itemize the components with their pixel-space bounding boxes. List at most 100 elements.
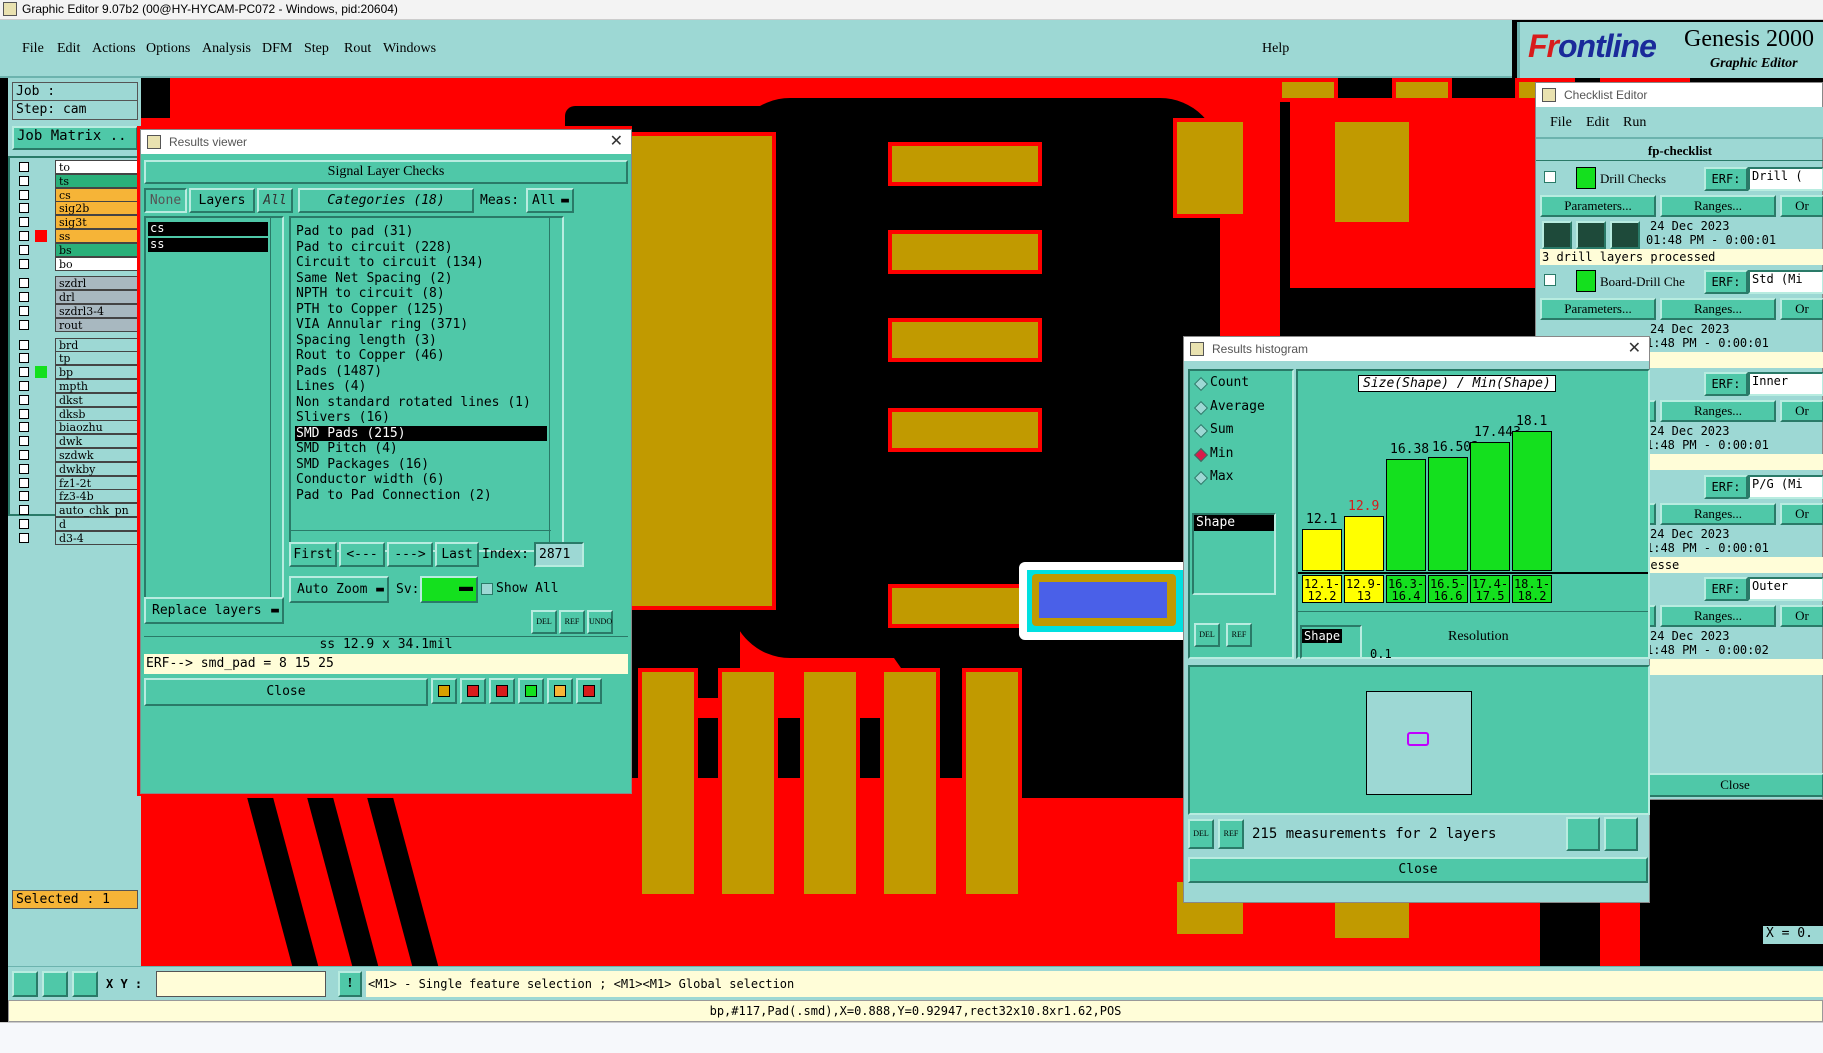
layer-name[interactable]: sig2b bbox=[55, 201, 140, 216]
layer-row[interactable]: sig3t bbox=[15, 215, 141, 230]
severity-dropdown[interactable]: ▬ bbox=[420, 576, 478, 603]
histogram-icon[interactable] bbox=[576, 678, 602, 704]
category-item[interactable]: SMD Packages (16) bbox=[295, 457, 547, 472]
layer-checkbox[interactable] bbox=[19, 408, 29, 419]
layer-row[interactable]: cs bbox=[15, 187, 141, 202]
layer-name[interactable]: bo bbox=[55, 256, 140, 271]
layer-checkbox[interactable] bbox=[19, 422, 29, 433]
drc-icon[interactable] bbox=[489, 678, 515, 704]
menu-actions[interactable]: Actions bbox=[92, 41, 136, 57]
ranges-button[interactable]: Ranges... bbox=[1660, 297, 1776, 320]
ranges-button[interactable]: Ranges... bbox=[1660, 400, 1776, 422]
layer-name[interactable]: to bbox=[55, 160, 140, 174]
results-icon[interactable] bbox=[431, 678, 457, 704]
layer-name[interactable]: biaozhu bbox=[55, 420, 140, 435]
histogram-bar[interactable] bbox=[1302, 529, 1342, 571]
category-item[interactable]: Pads (1487) bbox=[295, 364, 547, 379]
layer-name[interactable]: szdwk bbox=[55, 448, 140, 462]
category-item[interactable]: Conductor width (6) bbox=[295, 472, 547, 487]
first-button[interactable]: First bbox=[289, 542, 337, 567]
layer-name[interactable]: dksb bbox=[55, 406, 140, 421]
layer-row[interactable]: bs bbox=[15, 242, 141, 257]
layer-checkbox[interactable] bbox=[19, 532, 29, 543]
layer-row[interactable]: dksb bbox=[15, 406, 141, 421]
layer-name[interactable]: dwkby bbox=[55, 461, 140, 476]
info-icon[interactable]: ! bbox=[338, 971, 362, 997]
del-button[interactable]: DEL bbox=[1194, 623, 1220, 647]
category-scrollbar[interactable] bbox=[549, 218, 561, 548]
zoom-icon[interactable] bbox=[1604, 817, 1638, 851]
erf-dropdown[interactable]: Outer bbox=[1748, 577, 1823, 601]
options-button[interactable]: Or bbox=[1780, 605, 1823, 627]
layer-name[interactable]: drl bbox=[55, 290, 140, 305]
menu-edit[interactable]: Edit bbox=[57, 41, 80, 57]
layer-name[interactable]: brd bbox=[55, 337, 140, 352]
option-radio[interactable] bbox=[1193, 423, 1209, 439]
layer-row[interactable]: d3-4 bbox=[15, 530, 141, 545]
result-layer-item[interactable]: cs bbox=[148, 222, 268, 236]
ranges-button[interactable]: Ranges... bbox=[1660, 195, 1776, 217]
run-icon[interactable] bbox=[1610, 221, 1640, 249]
histogram-bar[interactable] bbox=[1344, 516, 1384, 571]
category-item[interactable]: Rout to Copper (46) bbox=[295, 348, 547, 363]
histogram-bar[interactable] bbox=[1470, 441, 1510, 571]
index-input[interactable]: 2871 bbox=[534, 542, 584, 567]
options-button[interactable]: Or bbox=[1780, 400, 1823, 422]
menu-dfm[interactable]: DFM bbox=[262, 41, 292, 57]
layer-row[interactable]: fz1-2t bbox=[15, 475, 141, 490]
layer-row[interactable]: brd bbox=[15, 337, 141, 352]
category-item[interactable]: NPTH to circuit (8) bbox=[295, 286, 547, 301]
layer-checkbox[interactable] bbox=[19, 244, 29, 255]
category-item[interactable]: Spacing length (3) bbox=[295, 333, 547, 348]
layer-row[interactable]: drl bbox=[15, 290, 141, 305]
layer-checkbox[interactable] bbox=[19, 292, 29, 303]
layer-name[interactable]: szdrl bbox=[55, 276, 140, 291]
shape-list-item[interactable]: Shape bbox=[1194, 515, 1274, 531]
layer-row[interactable]: ts bbox=[15, 173, 141, 188]
category-item[interactable]: Pad to pad (31) bbox=[295, 224, 547, 239]
last-button[interactable]: Last bbox=[435, 542, 479, 567]
layer-name[interactable]: szdrl3-4 bbox=[55, 304, 140, 318]
ranges-button[interactable]: Ranges... bbox=[1660, 605, 1776, 627]
del-button[interactable]: DEL bbox=[531, 610, 557, 634]
histogram-bar[interactable] bbox=[1386, 459, 1426, 571]
layer-checkbox[interactable] bbox=[19, 367, 29, 378]
histogram-bar[interactable] bbox=[1512, 431, 1552, 571]
layer-name[interactable]: d3-4 bbox=[55, 530, 140, 545]
option-radio[interactable] bbox=[1193, 400, 1209, 415]
layer-checkbox[interactable] bbox=[19, 258, 29, 269]
layer-name[interactable]: sig3t bbox=[55, 215, 140, 230]
layer-row[interactable]: szdwk bbox=[15, 448, 141, 462]
menu-windows[interactable]: Windows bbox=[383, 41, 436, 57]
none-button[interactable]: None bbox=[144, 188, 187, 213]
parameters-button[interactable]: Parameters... bbox=[1540, 297, 1656, 320]
menu-file[interactable]: File bbox=[1550, 115, 1572, 131]
layer-name[interactable]: bs bbox=[55, 242, 140, 257]
layer-checkbox[interactable] bbox=[19, 175, 29, 186]
category-item[interactable]: Pad to circuit (228) bbox=[295, 240, 547, 255]
ref-button[interactable]: REF bbox=[1226, 623, 1252, 647]
option-radio[interactable] bbox=[1193, 376, 1209, 392]
category-item[interactable]: SMD Pads (215) bbox=[295, 425, 547, 441]
category-item[interactable]: Slivers (16) bbox=[295, 410, 547, 425]
screen-icon[interactable] bbox=[460, 678, 486, 704]
erf-dropdown[interactable]: Std (Mi bbox=[1748, 269, 1823, 294]
check-group-header[interactable]: Signal Layer Checks bbox=[144, 160, 628, 184]
layer-checkbox[interactable] bbox=[19, 231, 29, 241]
layer-checkbox[interactable] bbox=[19, 319, 29, 330]
prev-button[interactable]: <--- bbox=[339, 542, 385, 567]
layer-name[interactable]: ts bbox=[55, 173, 140, 188]
category-item[interactable]: SMD Pitch (4) bbox=[295, 441, 547, 456]
option-radio[interactable] bbox=[1193, 447, 1209, 462]
check-enable-checkbox[interactable] bbox=[1544, 171, 1556, 183]
ref-button[interactable]: REF bbox=[1218, 819, 1244, 849]
close-button[interactable]: Close bbox=[144, 678, 428, 706]
selected-smd-pad[interactable] bbox=[1039, 582, 1167, 618]
layer-name[interactable]: mpth bbox=[55, 379, 140, 393]
options-button[interactable]: Or bbox=[1780, 195, 1823, 217]
histogram-close-button[interactable]: Close bbox=[1188, 857, 1648, 883]
all-button[interactable]: All bbox=[257, 188, 293, 213]
close-icon[interactable]: ✕ bbox=[1628, 337, 1641, 361]
chart-scrollbar[interactable] bbox=[1298, 611, 1648, 623]
layer-row[interactable]: bp bbox=[15, 365, 141, 380]
